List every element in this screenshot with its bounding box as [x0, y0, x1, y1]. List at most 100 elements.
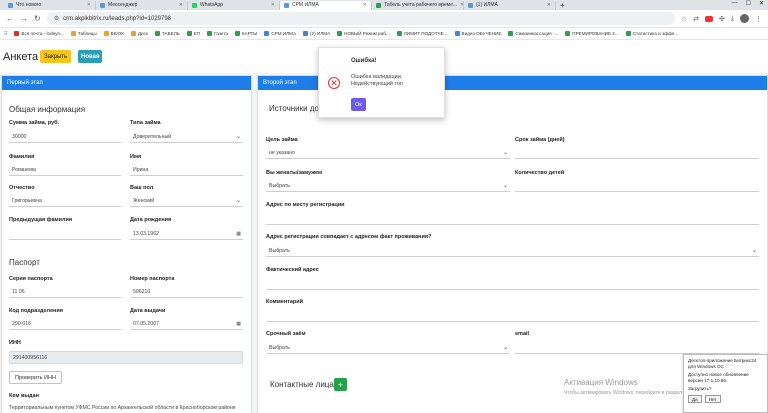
downloads-icon[interactable]: ⤓	[731, 15, 734, 23]
menu-icon[interactable]: ⋮	[755, 15, 762, 23]
field-label: Типа займа	[130, 120, 161, 126]
notification-text: Доступно новое обновление версии 17.1.10…	[688, 372, 749, 383]
previous-surname-input[interactable]	[9, 229, 121, 240]
browser-toolbar: ← → ↻ ⚙ crm.akpikbitrix.ru/leads.php?id=…	[0, 10, 768, 28]
star-icon[interactable]: ☆	[681, 15, 687, 23]
address-match-select[interactable]: Выбрать	[266, 246, 759, 257]
close-tab-icon[interactable]: ✕	[363, 2, 367, 8]
new-tab-icon[interactable]: +	[556, 1, 569, 10]
bookmark[interactable]: КАРТЫ	[234, 31, 257, 36]
address-bar[interactable]: ⚙ crm.akpikbitrix.ru/leads.php?id=102979…	[46, 12, 675, 25]
section-title: Источники до	[269, 104, 319, 113]
loan-purpose-select[interactable]: не указано	[266, 148, 510, 159]
update-notification: Десктоп-приложение Битрикс24 для Windows…	[683, 354, 768, 413]
browser-tab-active[interactable]: СРМ ИЛМА ✕	[280, 0, 372, 10]
passport-number-input[interactable]: 506210	[130, 287, 243, 298]
reload-icon[interactable]: ↻	[34, 14, 41, 23]
tab-favicon-icon	[376, 2, 381, 8]
gender-select[interactable]: Женский	[130, 196, 243, 207]
browser-tab[interactable]: Мессенджер ✕	[96, 0, 188, 10]
browser-tab[interactable]: (1) ИЛМА ✕	[464, 0, 556, 10]
close-tab-icon[interactable]: ✕	[271, 2, 275, 8]
children-count-input[interactable]	[515, 181, 759, 192]
bookmark[interactable]: Видео ОБУЧЕНИЕ	[454, 31, 501, 36]
site-info-icon[interactable]: ⚙	[54, 15, 59, 22]
bookmark[interactable]: ЛИМИТ ПОДОТЧЕ...	[396, 31, 448, 36]
sheets-icon	[625, 31, 631, 36]
check-inn-button[interactable]: Проверить ИНН	[9, 371, 62, 384]
bookmark[interactable]: Статистика и эффе...	[625, 31, 678, 36]
bookmark[interactable]: Таблицы	[70, 31, 97, 36]
bookmark[interactable]: НОВЫЙ Режим раб...	[337, 31, 390, 36]
registration-address-input[interactable]	[266, 214, 759, 225]
add-contact-button[interactable]: +	[334, 378, 347, 391]
field-label: Отчество	[9, 185, 35, 191]
close-tab-icon[interactable]: ✕	[547, 2, 551, 8]
close-tab-icon[interactable]: ✕	[87, 2, 91, 8]
back-icon[interactable]: ←	[6, 14, 14, 23]
browser-tab-bar: Что нового ✕ Мессенджер ✕ WhatsApp ✕ СРМ ИЛ…	[0, 0, 768, 10]
maximize-icon[interactable]: ☐	[746, 0, 751, 7]
loan-type-select[interactable]: Доверительный	[130, 132, 243, 143]
tab-favicon-icon	[284, 2, 289, 8]
yes-button[interactable]: Да	[688, 395, 702, 403]
bookmark[interactable]: ВК/ОК	[103, 31, 124, 36]
bookmark[interactable]: Диск	[130, 31, 148, 36]
apps-icon[interactable]: ⠿	[4, 31, 7, 37]
close-window-icon[interactable]: ✕	[759, 0, 764, 7]
tab-favicon-icon	[192, 2, 197, 8]
close-tab-icon[interactable]: ✕	[179, 2, 183, 8]
field-label: Серия паспорта	[9, 276, 53, 282]
section-title: Паспорт	[9, 258, 40, 267]
field-label: Фамилия	[9, 154, 35, 160]
comment-input[interactable]	[266, 311, 759, 322]
issued-by-input[interactable]: Территориальным пунктом УФМС России по А…	[9, 405, 243, 413]
no-button[interactable]: Нет	[704, 395, 721, 403]
surname-input[interactable]: Романова	[9, 165, 121, 176]
bookmarks-bar: ⠿ Вся почта - lodeyn... Таблицы ВК/ОК Ди…	[0, 28, 768, 40]
translate-icon[interactable]: ⇄	[693, 15, 699, 23]
bookmark[interactable]: Газета	[207, 31, 228, 36]
marital-status-select[interactable]: Выбрать	[266, 181, 510, 192]
section-title: Общая информация	[9, 105, 86, 114]
minimize-icon[interactable]: —	[732, 0, 738, 7]
birth-date-input[interactable]: 13.03.1962	[130, 229, 243, 240]
profile-avatar[interactable]	[740, 14, 749, 23]
bookmark[interactable]: (2) ИЛМА	[303, 31, 330, 36]
extensions-icon[interactable]: ✣	[719, 15, 725, 23]
sheets-icon	[508, 31, 514, 36]
loan-amount-input[interactable]: 30000	[9, 132, 121, 143]
bookmark[interactable]: ПРЕМИРОВАНИЕ 2...	[565, 31, 619, 36]
page-title: Анкета	[3, 51, 39, 63]
sheets-icon	[154, 31, 160, 36]
browser-tab[interactable]: Табель учета рабочего време... ✕	[372, 0, 464, 10]
error-dialog: Ошибка! ✕ Ошибка валидации. Недействующи…	[318, 47, 445, 118]
patronymic-input[interactable]: Григорьевна	[9, 196, 121, 207]
forward-icon[interactable]: →	[20, 14, 28, 23]
bookmark[interactable]: СРМ ИЛМА	[264, 31, 296, 36]
bookmark[interactable]: ТАБЕЛЬ	[154, 31, 180, 36]
bookmark[interactable]: Самоинкассация -...	[508, 31, 558, 36]
email-input[interactable]	[515, 343, 759, 354]
bookmark[interactable]: ЕП	[186, 31, 200, 36]
actual-address-input[interactable]	[266, 279, 759, 290]
bookmark[interactable]: Вся почта - lodeyn...	[14, 31, 64, 36]
ok-button[interactable]: Ок	[351, 98, 366, 111]
field-label: Сумма займа, руб.	[9, 120, 60, 126]
passport-series-input[interactable]: 11 06	[9, 287, 121, 298]
issue-date-input[interactable]: 07.05.2007	[130, 319, 243, 330]
tab-favicon-icon	[468, 2, 473, 8]
inn-input[interactable]: 291400956116	[9, 351, 243, 364]
browser-tab[interactable]: WhatsApp ✕	[188, 0, 280, 10]
tab-favicon-icon	[8, 2, 13, 8]
browser-tab[interactable]: Что нового ✕	[4, 0, 96, 10]
loan-term-input[interactable]	[515, 148, 759, 159]
close-button[interactable]: Закрыть	[40, 50, 72, 63]
first-name-input[interactable]: Ирина	[130, 165, 243, 176]
urgent-loan-select[interactable]: Выбрать	[266, 343, 510, 354]
site-icon	[303, 31, 309, 36]
dialog-title: Ошибка!	[351, 58, 377, 64]
field-label: Адрес по месту регистрации	[266, 202, 345, 208]
department-code-input[interactable]: 290-016	[9, 319, 121, 330]
youtube-icon[interactable]	[705, 15, 714, 22]
